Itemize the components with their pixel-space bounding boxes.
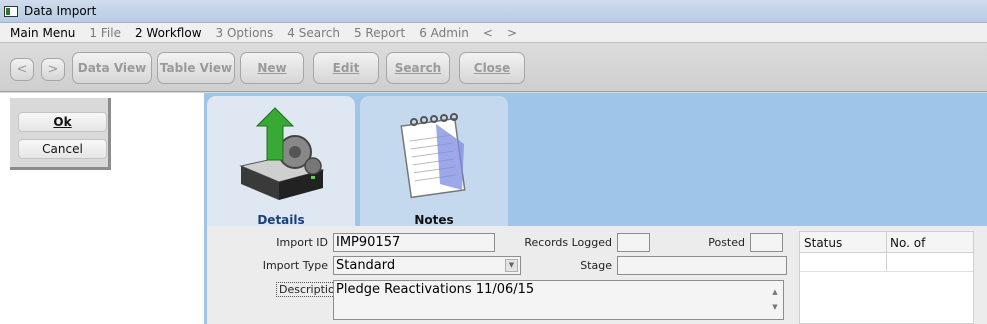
tab-details-label: Details [257,213,305,227]
tab-notes[interactable]: Notes [360,96,508,231]
records-logged-field[interactable] [617,233,650,252]
ok-button[interactable]: Ok [18,112,107,132]
search-button[interactable]: Search [386,52,450,84]
menu-workflow[interactable]: 2 Workflow [135,26,202,40]
status-column-header[interactable]: Status [804,236,842,250]
app-icon [4,5,18,17]
data-view-button[interactable]: Data View [72,52,152,84]
menu-report[interactable]: 5 Report [354,26,405,40]
edit-button[interactable]: Edit [313,52,379,84]
scroll-down-icon[interactable]: ▼ [770,299,780,316]
title-bar: Data Import [0,0,987,23]
count-column-header[interactable]: No. of [890,236,925,250]
window-title: Data Import [24,4,97,18]
import-id-label: Import ID [276,236,328,249]
menu-scroll-right[interactable]: > [507,26,517,40]
stage-label: Stage [580,259,612,272]
cancel-button[interactable]: Cancel [18,139,107,159]
description-text: Pledge Reactivations 11/06/15 [336,282,535,297]
back-button[interactable]: < [10,58,34,81]
import-type-value: Standard [336,258,396,273]
status-grid: Status No. of [799,231,974,324]
menu-scroll-left[interactable]: < [483,26,493,40]
menu-file[interactable]: 1 File [89,26,121,40]
menu-options[interactable]: 3 Options [216,26,274,40]
table-view-button[interactable]: Table View [157,52,235,84]
posted-field[interactable] [750,233,783,252]
toolbar: < > Data View Table View New Edit Search… [0,42,987,92]
notepad-icon [400,113,466,199]
import-id-field[interactable]: IMP90157 [333,233,495,252]
import-type-label: Import Type [262,259,328,272]
chevron-down-icon[interactable]: ▼ [505,259,518,272]
menu-bar: Main Menu 1 File 2 Workflow 3 Options 4 … [0,23,987,42]
import-gear-icon [239,107,325,200]
tab-notes-label: Notes [414,213,454,227]
menu-search[interactable]: 4 Search [287,26,340,40]
table-row[interactable] [800,253,973,272]
action-panel: Ok Cancel [10,98,111,170]
description-field[interactable]: Pledge Reactivations 11/06/15 ▲ ▼ [333,280,784,320]
close-button[interactable]: Close [459,52,525,84]
import-type-select[interactable]: Standard ▼ [333,256,521,275]
records-logged-label: Records Logged [524,236,612,249]
tab-details[interactable]: Details [207,96,355,231]
menu-main-menu[interactable]: Main Menu [10,26,75,40]
posted-label: Posted [708,236,745,249]
new-button[interactable]: New [240,52,304,84]
stage-field[interactable] [617,256,787,275]
forward-button[interactable]: > [41,58,65,81]
menu-admin[interactable]: 6 Admin [419,26,469,40]
